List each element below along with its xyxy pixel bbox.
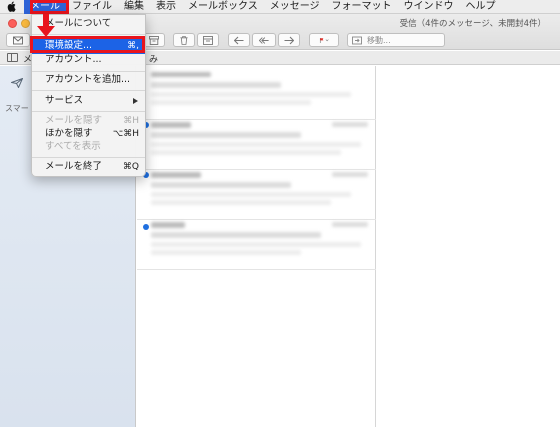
menu-message[interactable]: メッセージ <box>264 0 326 14</box>
submenu-arrow-icon <box>133 98 138 104</box>
window-title: 受信（4件のメッセージ、未開封4件） <box>399 19 546 29</box>
reply-all-icon <box>259 36 269 44</box>
screen: メール ファイル 編集 表示 メールボックス メッセージ フォーマット ウインド… <box>0 0 560 427</box>
unread-indicator <box>143 224 149 230</box>
quit-shortcut: ⌘Q <box>122 162 139 172</box>
menu-format[interactable]: フォーマット <box>326 0 398 14</box>
compose-icon <box>13 36 23 44</box>
close-window-button[interactable] <box>8 19 17 28</box>
message-row[interactable] <box>137 70 376 120</box>
mail-menu-dropdown: メールについて 環境設定... ⌘, アカウント... アカウントを追加... … <box>31 14 146 177</box>
flag-icon <box>319 37 329 43</box>
forward-icon <box>284 36 294 44</box>
archive-button[interactable] <box>143 33 165 47</box>
sent-mailbox-icon[interactable] <box>11 78 23 88</box>
move-icon <box>352 36 362 44</box>
reply-icon <box>234 36 244 44</box>
compose-button[interactable] <box>6 33 30 47</box>
favorite-label[interactable]: み <box>149 52 158 65</box>
delete-icon <box>180 35 188 45</box>
message-list[interactable] <box>137 66 376 427</box>
message-row[interactable] <box>137 120 376 170</box>
delete-button[interactable] <box>173 33 195 47</box>
sidebar-toggle-icon[interactable] <box>7 53 18 62</box>
junk-icon <box>203 35 213 45</box>
reply-button[interactable] <box>228 33 250 47</box>
junk-button[interactable] <box>197 33 219 47</box>
message-preview-pane <box>377 66 560 427</box>
menu-mailbox[interactable]: メールボックス <box>182 0 264 14</box>
smart-mailboxes-label: スマー <box>5 104 29 113</box>
archive-icon <box>149 35 159 45</box>
move-button[interactable]: 移動... <box>347 33 445 47</box>
reply-all-button[interactable] <box>252 33 276 47</box>
menu-window[interactable]: ウインドウ <box>398 0 460 14</box>
menu-help[interactable]: ヘルプ <box>460 0 502 14</box>
menu-item-add-account[interactable]: アカウントを追加... <box>32 72 145 88</box>
menu-separator <box>32 90 145 91</box>
message-row[interactable] <box>137 220 376 270</box>
minimize-window-button[interactable] <box>21 19 30 28</box>
menu-file[interactable]: ファイル <box>66 0 118 14</box>
forward-button[interactable] <box>278 33 300 47</box>
apple-icon[interactable] <box>0 0 24 14</box>
menu-bar: メール ファイル 編集 表示 メールボックス メッセージ フォーマット ウインド… <box>0 0 560 14</box>
menu-item-quit-mail[interactable]: メールを終了 ⌘Q <box>32 159 145 175</box>
menu-mail[interactable]: メール <box>24 0 66 14</box>
menu-item-services[interactable]: サービス <box>32 93 145 109</box>
menu-separator <box>32 111 145 112</box>
menu-item-accounts[interactable]: アカウント... <box>32 52 145 68</box>
message-row[interactable] <box>137 170 376 220</box>
menu-view[interactable]: 表示 <box>150 0 182 14</box>
annotation-arrow-icon <box>37 14 55 37</box>
menu-edit[interactable]: 編集 <box>118 0 150 14</box>
menu-separator <box>32 157 145 158</box>
move-label: 移動... <box>367 35 391 45</box>
menu-item-show-all[interactable]: すべてを表示 <box>32 139 145 155</box>
flag-button[interactable] <box>309 33 339 47</box>
